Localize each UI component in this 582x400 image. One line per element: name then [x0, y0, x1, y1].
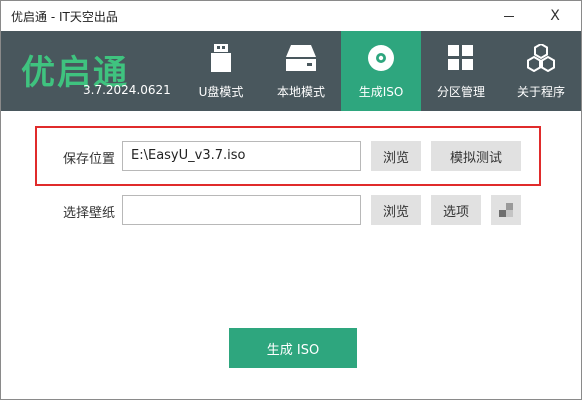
close-button[interactable]: X [533, 1, 577, 31]
wallpaper-label: 选择壁纸 [63, 206, 116, 221]
window-title: 优启通 - IT天空出品 [11, 10, 118, 24]
tab-label: 关于程序 [516, 85, 565, 99]
disc-icon [341, 43, 421, 73]
browse-wallpaper-button[interactable]: 浏览 [371, 195, 421, 225]
simulate-test-button[interactable]: 模拟测试 [431, 141, 521, 171]
wallpaper-preview-button[interactable] [491, 195, 521, 225]
save-location-input[interactable]: E:\EasyU_v3.7.iso [122, 141, 361, 171]
browse-save-button[interactable]: 浏览 [371, 141, 421, 171]
options-button[interactable]: 选项 [431, 195, 481, 225]
close-icon: X [550, 8, 560, 24]
save-location-label: 保存位置 [63, 152, 116, 167]
usb-drive-icon [181, 43, 261, 73]
hexagon-cluster-icon [501, 43, 581, 73]
tab-partition-manager[interactable]: 分区管理 [421, 31, 501, 111]
tab-label: U盘模式 [198, 85, 244, 99]
minimize-icon [504, 15, 514, 17]
tab-about[interactable]: 关于程序 [501, 31, 581, 111]
version-label: 3.7.2024.0621 [83, 83, 171, 97]
tab-usb-mode[interactable]: U盘模式 [181, 31, 261, 111]
app-window: 优启通 - IT天空出品 X 优启通 3.7.2024.0621 U盘模式 本地… [0, 0, 582, 400]
app-header: 优启通 3.7.2024.0621 U盘模式 本地模式 生成ISO 分区管理 关… [1, 31, 581, 111]
wallpaper-input[interactable] [122, 195, 361, 225]
minimize-button[interactable] [487, 1, 531, 31]
tab-generate-iso[interactable]: 生成ISO [341, 31, 421, 111]
tab-label: 分区管理 [436, 85, 485, 99]
tab-local-mode[interactable]: 本地模式 [261, 31, 341, 111]
generate-iso-button[interactable]: 生成 ISO [229, 328, 357, 368]
tab-label: 生成ISO [358, 85, 404, 99]
title-bar: 优启通 - IT天空出品 X [1, 1, 581, 31]
hard-disk-icon [261, 43, 341, 73]
tab-label: 本地模式 [276, 85, 325, 99]
checker-icon [499, 203, 513, 217]
grid-icon [421, 43, 501, 73]
